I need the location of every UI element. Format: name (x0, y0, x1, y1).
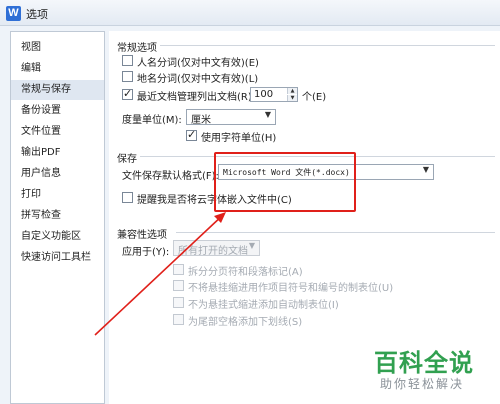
watermark-subtitle: 助你轻松解决 (380, 377, 465, 391)
watermark-title: 百科全说 (374, 349, 474, 377)
